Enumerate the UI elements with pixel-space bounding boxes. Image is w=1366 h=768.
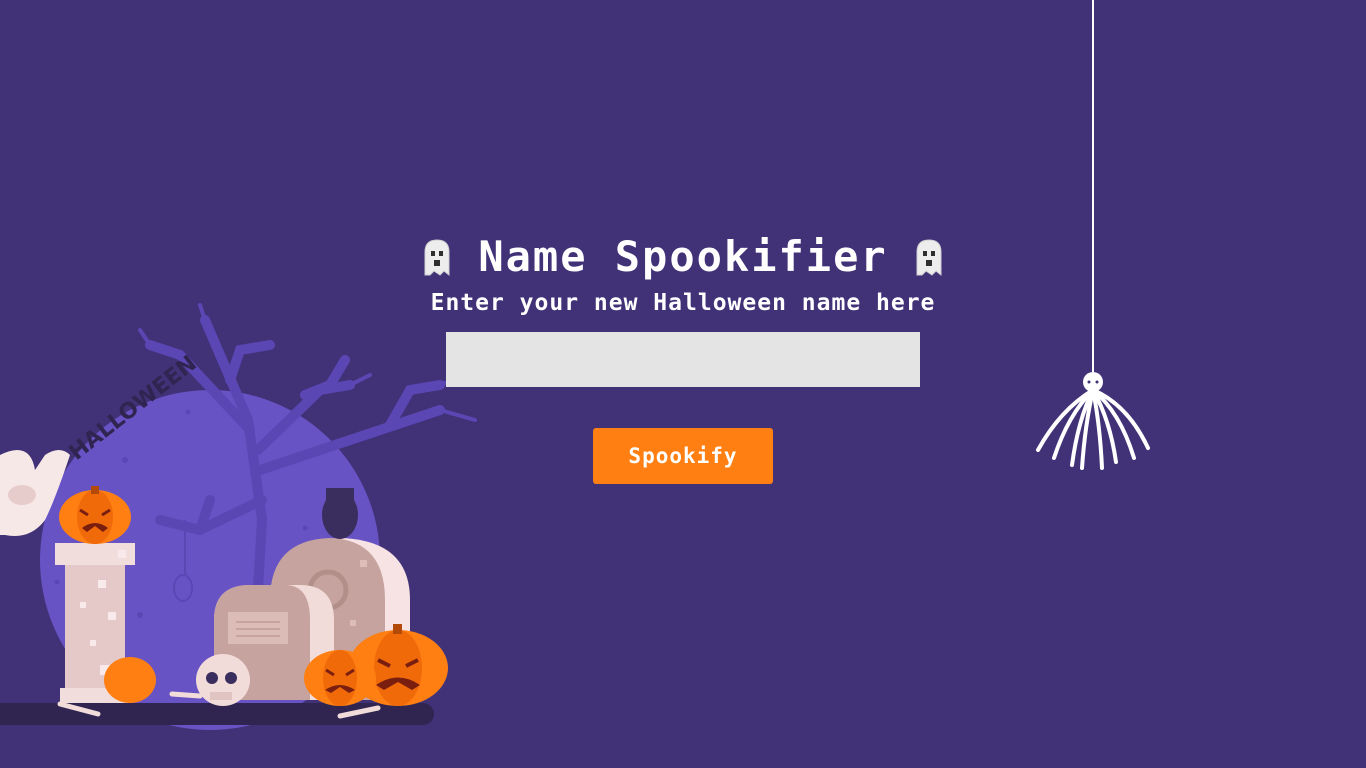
page-title: Name Spookifier [478, 232, 888, 281]
title-row: Name Spookifier [0, 232, 1366, 281]
name-input[interactable] [446, 332, 920, 387]
skull-shape [196, 654, 250, 706]
owl-shape [322, 488, 358, 539]
ghost-icon [916, 238, 942, 276]
page-subtitle: Enter your new Halloween name here [430, 290, 936, 316]
pumpkin-small [304, 650, 376, 706]
ghost-icon [424, 238, 450, 276]
spookify-button[interactable]: Spookify [593, 428, 773, 484]
spider [1036, 388, 1150, 470]
